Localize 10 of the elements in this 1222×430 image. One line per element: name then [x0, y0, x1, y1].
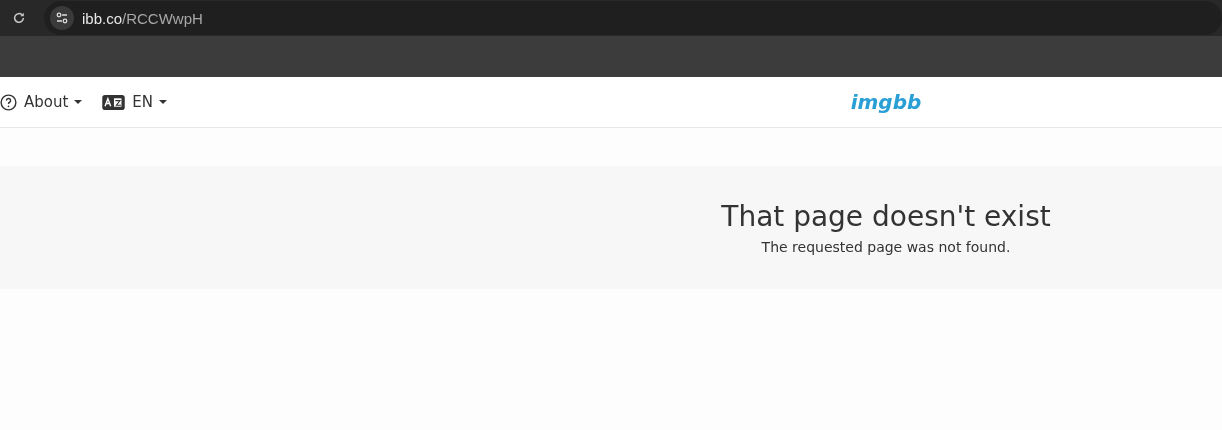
error-title: That page doesn't exist [720, 200, 1052, 233]
error-text: The requested page was not found. [760, 239, 1012, 255]
address-bar[interactable]: ibb.co/RCCWwpH [44, 1, 1222, 35]
reload-icon[interactable] [12, 11, 26, 25]
help-icon [0, 93, 17, 111]
language-menu[interactable]: EN [102, 93, 168, 111]
translate-icon [102, 94, 126, 110]
site-settings-icon[interactable] [50, 6, 74, 30]
url-text: ibb.co/RCCWwpH [82, 9, 203, 27]
about-menu[interactable]: About [0, 93, 83, 111]
